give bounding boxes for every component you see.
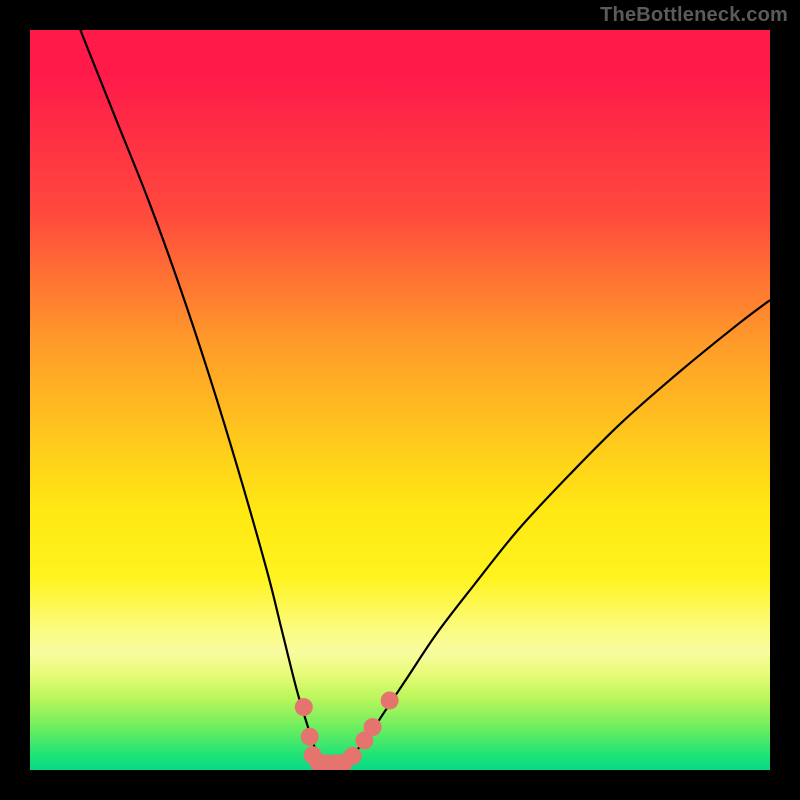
data-marker — [381, 691, 399, 709]
data-marker — [301, 728, 319, 746]
data-marker — [295, 698, 313, 716]
data-marker — [344, 747, 362, 765]
watermark-text: TheBottleneck.com — [600, 4, 788, 27]
bottleneck-curve — [30, 30, 770, 765]
chart-frame: TheBottleneck.com — [0, 0, 800, 800]
data-marker — [364, 718, 382, 736]
chart-svg — [30, 30, 770, 770]
marker-group — [295, 691, 399, 770]
plot-area — [30, 30, 770, 770]
